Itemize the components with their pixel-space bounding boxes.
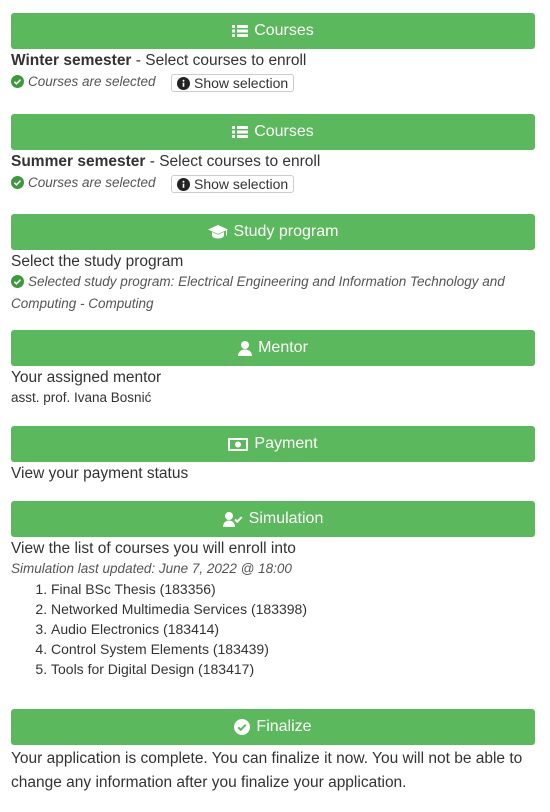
check-circle-icon	[11, 175, 24, 195]
mentor-name: asst. prof. Ivana Bosnić	[11, 390, 152, 405]
winter-status-row: Courses are selected Show selection	[11, 72, 535, 94]
summer-courses-section: Courses Summer semester - Select courses…	[11, 114, 535, 195]
payment-section: Payment View your payment status	[11, 426, 535, 484]
list-item: Networked Multimedia Services (183398)	[51, 599, 535, 619]
mentor-description: Your assigned mentor	[11, 369, 162, 386]
winter-status-text: Courses are selected	[28, 74, 156, 89]
summer-description: Summer semester - Select courses to enro…	[11, 152, 535, 172]
simulation-button[interactable]: Simulation	[11, 501, 535, 537]
winter-status: Courses are selected	[11, 72, 171, 94]
winter-description: Winter semester - Select courses to enro…	[11, 51, 535, 71]
payment-description: View your payment status	[11, 465, 189, 482]
summer-status-row: Courses are selected Show selection	[11, 173, 535, 195]
study-program-label: Study program	[233, 223, 339, 240]
summer-desc-text: - Select courses to enroll	[145, 153, 321, 170]
study-description: Select the study program	[11, 253, 184, 270]
winter-show-selection-label: Show selection	[194, 75, 289, 91]
payment-label: Payment	[254, 435, 318, 452]
summer-courses-label: Courses	[254, 123, 314, 140]
simulation-updated: Simulation last updated: June 7, 2022 @ …	[11, 561, 292, 576]
money-bill-icon	[228, 437, 249, 451]
list-icon	[232, 24, 249, 38]
graduation-cap-icon	[207, 225, 228, 239]
list-item: Tools for Digital Design (183417)	[51, 659, 535, 679]
summer-courses-button[interactable]: Courses	[11, 114, 535, 150]
finalize-section: Finalize Your application is complete. Y…	[11, 709, 535, 795]
summer-show-selection-button[interactable]: Show selection	[171, 175, 295, 193]
info-circle-icon	[177, 76, 190, 90]
study-status-text: Selected study program: Electrical Engin…	[11, 274, 505, 311]
study-program-button[interactable]: Study program	[11, 214, 535, 250]
mentor-section: Mentor Your assigned mentor asst. prof. …	[11, 330, 535, 408]
user-icon	[238, 340, 253, 356]
check-circle-icon	[11, 74, 24, 94]
check-circle-icon	[234, 719, 251, 735]
list-item: Final BSc Thesis (183356)	[51, 579, 535, 599]
summer-term: Summer semester	[11, 153, 146, 170]
enrollment-page: Courses Winter semester - Select courses…	[0, 0, 550, 812]
mentor-button[interactable]: Mentor	[11, 330, 535, 366]
winter-courses-label: Courses	[254, 22, 314, 39]
winter-desc-text: - Select courses to enroll	[131, 52, 307, 69]
summer-status: Courses are selected	[11, 173, 171, 195]
mentor-label: Mentor	[258, 339, 308, 356]
summer-show-selection-label: Show selection	[194, 176, 289, 192]
payment-button[interactable]: Payment	[11, 426, 535, 462]
list-item: Audio Electronics (183414)	[51, 619, 535, 639]
simulation-label: Simulation	[248, 510, 324, 527]
winter-show-selection-button[interactable]: Show selection	[171, 74, 295, 92]
study-status: Selected study program: Electrical Engin…	[11, 272, 535, 314]
list-icon	[232, 125, 249, 139]
course-list: Final BSc Thesis (183356) Networked Mult…	[11, 579, 535, 679]
info-circle-icon	[177, 177, 190, 191]
list-item: Control System Elements (183439)	[51, 639, 535, 659]
finalize-button[interactable]: Finalize	[11, 709, 535, 745]
finalize-label: Finalize	[256, 718, 312, 735]
winter-courses-button[interactable]: Courses	[11, 13, 535, 49]
simulation-description: View the list of courses you will enroll…	[11, 540, 296, 557]
summer-status-text: Courses are selected	[28, 175, 156, 190]
user-check-icon	[222, 511, 243, 527]
winter-term: Winter semester	[11, 52, 132, 69]
simulation-section: Simulation View the list of courses you …	[11, 501, 535, 679]
finalize-description: Your application is complete. You can fi…	[11, 750, 523, 791]
winter-courses-section: Courses Winter semester - Select courses…	[11, 13, 535, 94]
check-circle-icon	[11, 274, 24, 294]
study-program-section: Study program Select the study program S…	[11, 214, 535, 314]
